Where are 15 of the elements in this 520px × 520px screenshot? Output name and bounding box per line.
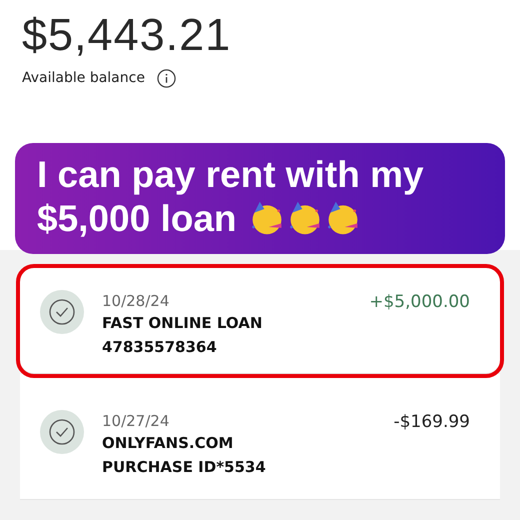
transaction-row[interactable]: 10/27/24 ONLYFANS.COM PURCHASE ID*5534 -$169.99 [20,374,500,500]
transaction-date: 10/28/24 [102,290,170,312]
transaction-description: ONLYFANS.COM [102,433,234,454]
check-icon [40,410,84,454]
transaction-date: 10/27/24 [102,410,170,432]
check-icon [40,290,84,334]
transaction-description: FAST ONLINE LOAN [102,313,262,334]
transaction-description: PURCHASE ID*5534 [102,456,266,478]
balance-amount: $5,443.21 [22,10,232,60]
balance-label: Available balance [22,68,145,88]
caption-text: I can pay rent with my $5,000 loan [37,153,425,242]
transaction-amount: -$169.99 [394,410,470,434]
transaction-description: 47835578364 [102,336,218,358]
transaction-amount: +$5,000.00 [369,290,470,314]
info-icon[interactable] [156,68,176,88]
